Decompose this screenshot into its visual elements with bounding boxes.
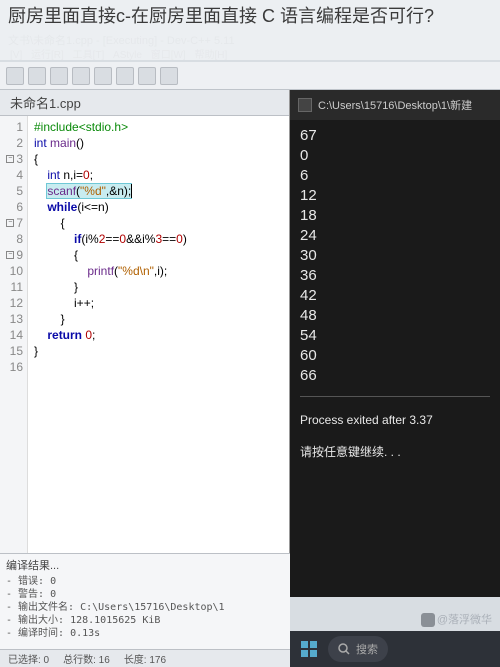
toolbar-icon[interactable] (138, 67, 156, 85)
toolbar-icon[interactable] (94, 67, 112, 85)
output-line: 60 (300, 346, 490, 366)
press-any-key-msg: 请按任意键继续. . . (300, 443, 490, 461)
output-line: 67 (300, 126, 490, 146)
windows-taskbar: 搜索 (290, 631, 500, 667)
output-line: - 输出文件名: C:\Users\15716\Desktop\1 (6, 601, 284, 614)
output-line: - 编译时间: 0.13s (6, 627, 284, 640)
search-icon (338, 643, 350, 655)
output-line: 30 (300, 246, 490, 266)
toolbar (0, 62, 500, 90)
code-body[interactable]: #include<stdio.h> int main() { int n,i=0… (28, 116, 289, 575)
toolbar-icon[interactable] (116, 67, 134, 85)
search-placeholder: 搜索 (356, 641, 378, 657)
toolbar-icon[interactable] (6, 67, 24, 85)
watermark: @落浮微华 (421, 611, 492, 627)
watermark-icon (421, 613, 435, 627)
output-line: - 警告: 0 (6, 588, 284, 601)
output-line: 36 (300, 266, 490, 286)
status-length: 长度: 176 (124, 651, 166, 666)
output-line: 12 (300, 186, 490, 206)
editor-pane: 未命名1.cpp 1 2 −3 4 5 6 −7 8 −9 10 11 12 1… (0, 90, 290, 597)
console-window: C:\Users\15716\Desktop\1\新建 67 0 6 12 18… (290, 90, 500, 597)
taskbar-search[interactable]: 搜索 (328, 636, 388, 662)
output-line: 24 (300, 226, 490, 246)
fold-icon[interactable]: − (6, 219, 14, 227)
compile-output-panel: 编译结果... - 错误: 0 - 警告: 0 - 输出文件名: C:\User… (0, 553, 290, 649)
start-button[interactable] (296, 636, 322, 662)
toolbar-icon[interactable] (72, 67, 90, 85)
output-line: 66 (300, 366, 490, 386)
console-titlebar[interactable]: C:\Users\15716\Desktop\1\新建 (290, 90, 500, 120)
editor-tab-label: 未命名1.cpp (10, 93, 81, 112)
status-selection: 已选择: 0 (8, 651, 49, 666)
text-cursor (131, 184, 132, 198)
output-header: 编译结果... (6, 557, 284, 573)
fold-icon[interactable]: − (6, 251, 14, 259)
status-total-lines: 总行数: 16 (63, 651, 110, 666)
output-line: - 输出大小: 128.1015625 KiB (6, 614, 284, 627)
separator (300, 396, 490, 397)
output-line: 18 (300, 206, 490, 226)
status-bar: 已选择: 0 总行数: 16 长度: 176 (0, 649, 290, 667)
process-exit-msg: Process exited after 3.37 (300, 411, 490, 429)
console-title: C:\Users\15716\Desktop\1\新建 (318, 97, 472, 113)
banner-text: 厨房里面直接c-在厨房里面直接 C 语言编程是否可行? (8, 6, 434, 26)
line-gutter: 1 2 −3 4 5 6 −7 8 −9 10 11 12 13 14 15 1… (0, 116, 28, 575)
console-icon (298, 98, 312, 112)
output-line: 0 (300, 146, 490, 166)
windows-icon (301, 641, 317, 657)
output-line: 54 (300, 326, 490, 346)
output-line: - 错误: 0 (6, 575, 284, 588)
code-area[interactable]: 1 2 −3 4 5 6 −7 8 −9 10 11 12 13 14 15 1… (0, 116, 289, 575)
editor-tab[interactable]: 未命名1.cpp (0, 90, 289, 116)
main-area: 未命名1.cpp 1 2 −3 4 5 6 −7 8 −9 10 11 12 1… (0, 90, 500, 597)
toolbar-icon[interactable] (160, 67, 178, 85)
toolbar-icon[interactable] (50, 67, 68, 85)
article-title-overlay: 厨房里面直接c-在厨房里面直接 C 语言编程是否可行? (0, 0, 500, 60)
output-line: 6 (300, 166, 490, 186)
output-line: 42 (300, 286, 490, 306)
console-output[interactable]: 67 0 6 12 18 24 30 36 42 48 54 60 66 Pro… (290, 120, 500, 597)
toolbar-icon[interactable] (28, 67, 46, 85)
fold-icon[interactable]: − (6, 155, 14, 163)
output-line: 48 (300, 306, 490, 326)
